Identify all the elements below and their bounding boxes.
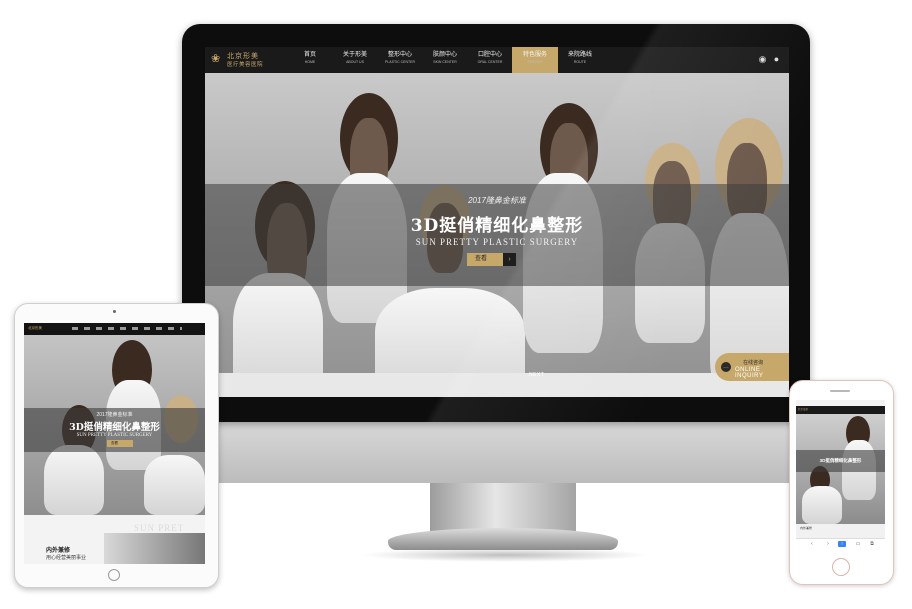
nav-item-label: 口腔中心 xyxy=(477,52,502,58)
tablet-section-title: 内外兼修 xyxy=(46,548,71,554)
nav-item-route[interactable]: 来院路线 ROUTE xyxy=(557,51,603,65)
next-slide-link[interactable]: NEXT xyxy=(529,372,544,378)
wechat-icon[interactable]: ● xyxy=(771,54,782,65)
share-icon[interactable]: ↑ xyxy=(838,541,846,547)
lotus-logo-icon[interactable]: ❀ xyxy=(211,53,225,65)
weibo-icon[interactable]: ◉ xyxy=(757,54,768,65)
tablet-about-image xyxy=(104,533,205,564)
tablet-hero-subtitle: 2017隆鼻金标准 xyxy=(96,412,133,418)
chat-icon: … xyxy=(721,362,731,372)
phone-navbar xyxy=(796,406,885,414)
inquiry-label-en: ONLINE INQUIRY xyxy=(735,367,764,379)
nav-item-label: 整形中心 xyxy=(387,52,412,58)
nav-item-label: 来院路线 xyxy=(567,52,592,58)
nav-item-sublabel: ABOUT US xyxy=(346,60,364,64)
tablet-brand: 北京形美 xyxy=(28,326,42,330)
tablet-home-button[interactable] xyxy=(108,569,120,581)
nav-item-sublabel: SERVICE xyxy=(527,60,543,64)
nav-item-sublabel: ROUTE xyxy=(573,60,587,64)
nav-item-sublabel: ORAL CENTER xyxy=(477,60,503,64)
forward-icon[interactable]: › xyxy=(824,541,832,547)
online-inquiry-button[interactable]: … 在线咨询 ONLINE INQUIRY xyxy=(715,353,789,381)
hero-title: 3D挺俏精细化鼻整形 xyxy=(410,216,584,236)
nav-item-label: 关于形美 xyxy=(342,52,367,58)
tablet-hero-title-en: SUN PRETTY PLASTIC SURGERY xyxy=(76,433,153,438)
tablet-section-subtitle: 用心经营美丽事业 xyxy=(46,555,87,561)
phone-section-text: 内外兼修 xyxy=(800,526,813,530)
monitor-shadow xyxy=(360,548,650,562)
white-bench xyxy=(205,373,789,397)
model-drape xyxy=(44,445,104,515)
tablet-menu[interactable] xyxy=(72,327,182,330)
hero-subtitle: 2017隆鼻金标准 xyxy=(468,196,526,205)
monitor-stand-base xyxy=(388,528,618,550)
nav-item-about[interactable]: 关于形美 ABOUT US xyxy=(332,51,378,65)
model-drape xyxy=(144,455,205,515)
nav-item-service[interactable]: 特色服务 SERVICE xyxy=(512,47,558,73)
tablet-screen: 北京形美 2017隆鼻金标准 3D挺俏精细化鼻整形 SUN PRETTY PLA… xyxy=(24,323,205,564)
back-icon[interactable]: ‹ xyxy=(808,541,816,547)
tablet-hero-title: 3D挺俏精细化鼻整形 xyxy=(69,422,160,433)
phone-speaker xyxy=(830,390,850,392)
nav-item-label: 首页 xyxy=(303,52,316,58)
phone-home-button[interactable] xyxy=(832,558,850,576)
desktop-screen: ❀ 北京形美 医疗美容医院 首页 HOME 关于形美 ABOUT US 整形中心… xyxy=(205,47,789,397)
nav-item-oral[interactable]: 口腔中心 ORAL CENTER xyxy=(467,51,513,65)
hero-title-en: SUN PRETTY PLASTIC SURGERY xyxy=(415,237,579,247)
tablet-camera xyxy=(113,310,116,313)
nav-item-sublabel: SKIN CENTER xyxy=(433,60,457,64)
tabs-icon[interactable]: ⧉ xyxy=(868,541,876,547)
inquiry-label: 在线咨询 xyxy=(743,360,764,366)
nav-item-sublabel: PLASTIC CENTER xyxy=(385,60,415,64)
chevron-right-icon[interactable]: › xyxy=(503,253,516,266)
nav-item-home[interactable]: 首页 HOME xyxy=(287,51,333,65)
phone-screen: 北京形美 3D挺俏精细化鼻整形 内外兼修 ‹ › ↑ ▭ ⧉ xyxy=(796,400,885,550)
nav-item-plastic[interactable]: 整形中心 PLASTIC CENTER xyxy=(377,51,423,65)
model-drape xyxy=(802,486,842,524)
top-navbar: ❀ 北京形美 医疗美容医院 首页 HOME 关于形美 ABOUT US 整形中心… xyxy=(205,47,789,73)
bookmark-icon[interactable]: ▭ xyxy=(854,541,862,547)
nav-item-label: 特色服务 xyxy=(522,52,547,58)
nav-item-sublabel: HOME xyxy=(304,60,316,64)
monitor-stand-neck xyxy=(430,483,576,531)
brand-subname: 医疗美容医院 xyxy=(227,62,264,68)
phone-hero-title: 3D挺俏精细化鼻整形 xyxy=(819,458,862,463)
nav-item-label: 肤颜中心 xyxy=(432,52,457,58)
phone-brand: 北京形美 xyxy=(798,408,809,411)
tablet-view-button[interactable]: 查看 xyxy=(107,440,133,447)
tablet-bg-text: SUN PRET xyxy=(134,523,185,533)
nav-item-skin[interactable]: 肤颜中心 SKIN CENTER xyxy=(422,51,468,65)
